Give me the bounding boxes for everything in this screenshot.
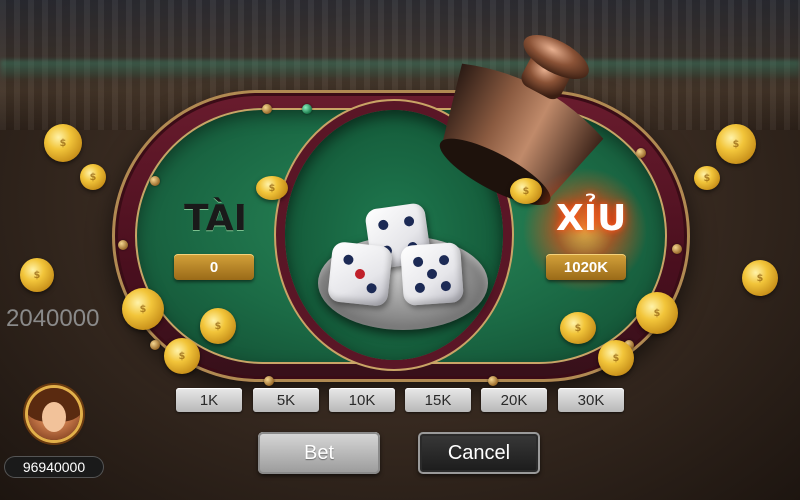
bet-button[interactable]: Bet xyxy=(258,432,380,474)
rail-stud xyxy=(672,244,682,254)
pot-total: 2040000 xyxy=(6,305,100,332)
rail-stud xyxy=(118,240,128,250)
chip-1k[interactable]: 1K xyxy=(176,388,242,412)
gold-coin-icon xyxy=(598,340,634,376)
gold-coin-icon xyxy=(560,312,596,344)
chip-30k[interactable]: 30K xyxy=(558,388,624,412)
avatar-face xyxy=(42,402,66,432)
female-avatar-icon[interactable] xyxy=(28,388,80,440)
die-3 xyxy=(399,241,465,307)
stadium-rail xyxy=(0,60,800,78)
gold-coin-icon xyxy=(200,308,236,344)
chip-10k[interactable]: 10K xyxy=(329,388,395,412)
die-2 xyxy=(327,241,393,307)
chip-15k[interactable]: 15K xyxy=(405,388,471,412)
chip-20k[interactable]: 20K xyxy=(481,388,547,412)
rail-stud xyxy=(150,340,160,350)
gold-coin-icon xyxy=(694,166,720,190)
rail-stud xyxy=(488,376,498,386)
rail-stud xyxy=(636,148,646,158)
tai-label: TÀI xyxy=(184,198,248,239)
gold-coin-icon xyxy=(122,288,164,330)
gold-coin-icon xyxy=(20,258,54,292)
gold-coin-icon xyxy=(742,260,778,296)
xiu-label: XỈU xyxy=(556,198,627,239)
bet-chip-bar: 1K 5K 10K 15K 20K 30K xyxy=(176,388,626,414)
cancel-button[interactable]: Cancel xyxy=(418,432,540,474)
gold-coin-icon xyxy=(636,292,678,334)
rail-stud xyxy=(150,176,160,186)
gold-coin-icon xyxy=(80,164,106,190)
chip-5k[interactable]: 5K xyxy=(253,388,319,412)
gold-coin-icon xyxy=(716,124,756,164)
rail-stud xyxy=(302,104,312,114)
player-balance: 96940000 xyxy=(4,456,104,478)
tai-bet-amount[interactable]: 0 xyxy=(174,254,254,280)
gold-coin-icon xyxy=(256,176,288,200)
gold-coin-icon xyxy=(164,338,200,374)
gold-coin-icon xyxy=(510,178,542,204)
rail-stud xyxy=(262,104,272,114)
xiu-bet-amount[interactable]: 1020K xyxy=(546,254,626,280)
gold-coin-icon xyxy=(44,124,82,162)
rail-stud xyxy=(264,376,274,386)
